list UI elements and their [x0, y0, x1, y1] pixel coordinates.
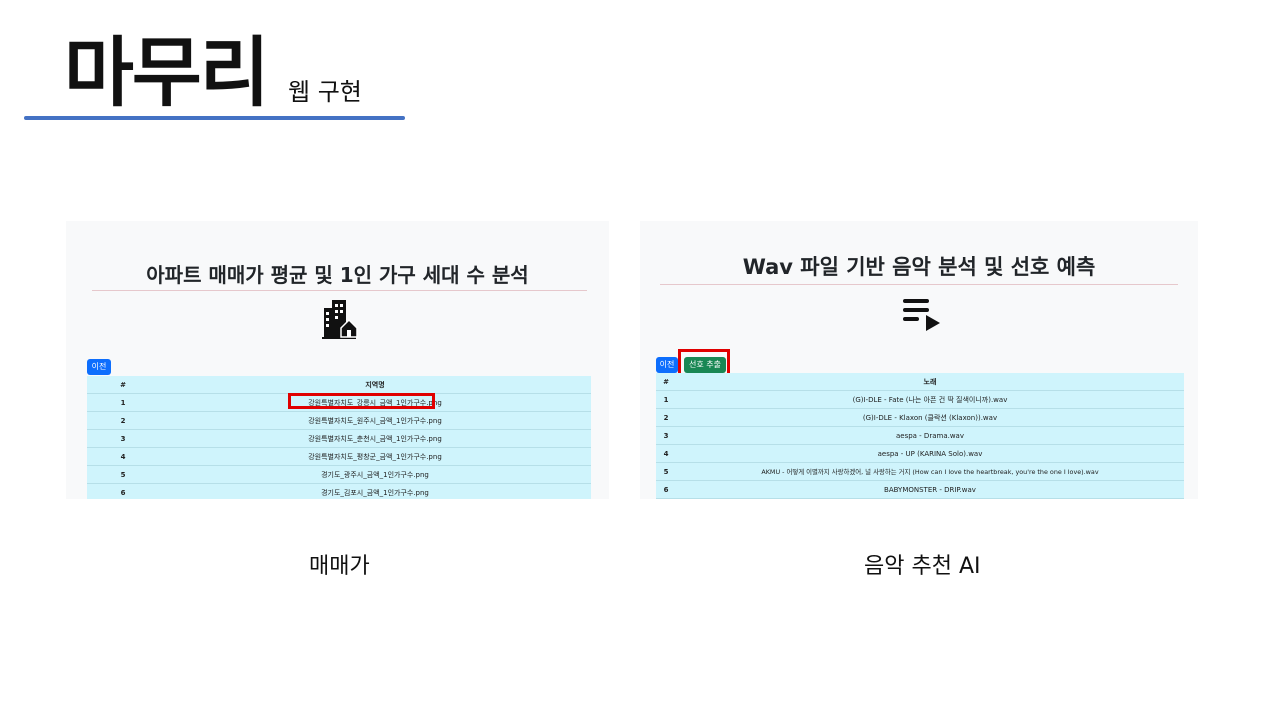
table-row[interactable]: 4 강원특별자치도_평창군_금액_1인가구수.png — [87, 447, 591, 466]
row-number: 3 — [656, 426, 676, 445]
row-number: 4 — [87, 447, 159, 466]
row-number: 5 — [656, 462, 676, 481]
song-table: # 노래 1 (G)I-DLE - Fate (나는 아픈 건 딱 질색이니까).… — [656, 373, 1184, 499]
file-name[interactable]: 경기도_광주시_금액_1인가구수.png — [318, 470, 432, 480]
column-header: 지역명 — [159, 376, 591, 394]
row-number: 2 — [656, 408, 676, 427]
file-name[interactable]: 강원특별자치도_춘천시_금액_1인가구수.png — [305, 434, 445, 444]
file-name-cell: 강원특별자치도_평창군_금액_1인가구수.png — [159, 447, 591, 466]
city-buildings-icon — [322, 300, 358, 339]
row-number: 5 — [87, 465, 159, 484]
row-number: 4 — [656, 444, 676, 463]
table-header-row: # 노래 — [656, 373, 1184, 391]
apartment-analysis-screenshot: 아파트 매매가 평균 및 1인 가구 세대 수 분석 이전 # 지역명 1 강원특… — [66, 221, 609, 499]
table-row[interactable]: 2 강원특별자치도_원주시_금액_1인가구수.png — [87, 411, 591, 430]
table-row[interactable]: 1 (G)I-DLE - Fate (나는 아픈 건 딱 질색이니까).wav — [656, 390, 1184, 409]
column-header: 노래 — [676, 373, 1184, 391]
left-caption: 매매가 — [309, 554, 370, 579]
table-row[interactable]: 3 aespa - Drama.wav — [656, 426, 1184, 445]
file-name-cell: 경기도_광주시_금액_1인가구수.png — [159, 465, 591, 484]
column-header: # — [656, 373, 676, 391]
file-name-cell: 강원특별자치도_춘천시_금액_1인가구수.png — [159, 429, 591, 448]
row-number: 1 — [656, 390, 676, 409]
song-name[interactable]: AKMU - 어떻게 이별까지 사랑하겠어, 널 사랑하는 거지 (How ca… — [676, 462, 1184, 481]
table-row[interactable]: 3 강원특별자치도_춘천시_금액_1인가구수.png — [87, 429, 591, 448]
heading-divider — [92, 290, 587, 291]
heading-divider — [660, 284, 1178, 285]
table-row[interactable]: 4 aespa - UP (KARINA Solo).wav — [656, 444, 1184, 463]
file-name[interactable]: 경기도_김포시_금액_1인가구수.png — [318, 488, 432, 498]
song-name[interactable]: aespa - UP (KARINA Solo).wav — [676, 444, 1184, 463]
table-row[interactable]: 5 AKMU - 어떻게 이별까지 사랑하겠어, 널 사랑하는 거지 (How c… — [656, 462, 1184, 481]
slide-title: 마무리 — [64, 28, 270, 117]
file-name-cell: 강원특별자치도_원주시_금액_1인가구수.png — [159, 411, 591, 430]
file-name[interactable]: 강원특별자치도_원주시_금액_1인가구수.png — [305, 416, 445, 426]
table-row[interactable]: 6 BABYMONSTER - DRIP.wav — [656, 480, 1184, 499]
song-name[interactable]: (G)I-DLE - Fate (나는 아픈 건 딱 질색이니까).wav — [676, 390, 1184, 409]
music-analysis-heading: Wav 파일 기반 음악 분석 및 선호 예측 — [742, 255, 1096, 279]
song-name[interactable]: (G)I-DLE - Klaxon (클락션 (Klaxon)).wav — [676, 408, 1184, 427]
prev-button[interactable]: 이전 — [87, 359, 111, 375]
song-name[interactable]: aespa - Drama.wav — [676, 426, 1184, 445]
table-row[interactable]: 2 (G)I-DLE - Klaxon (클락션 (Klaxon)).wav — [656, 408, 1184, 427]
file-name[interactable]: 강원특별자치도_평창군_금액_1인가구수.png — [305, 452, 445, 462]
file-name-cell: 경기도_김포시_금액_1인가구수.png — [159, 483, 591, 499]
column-header: # — [87, 376, 159, 394]
music-analysis-screenshot: Wav 파일 기반 음악 분석 및 선호 예측 이전 선호 추출 # 노래 1(… — [640, 221, 1198, 499]
song-name[interactable]: BABYMONSTER - DRIP.wav — [676, 480, 1184, 499]
right-caption: 음악 추천 AI — [864, 554, 981, 579]
prev-button[interactable]: 이전 — [656, 357, 678, 373]
row-number: 6 — [656, 480, 676, 499]
highlight-box — [288, 393, 435, 409]
apartment-analysis-heading: 아파트 매매가 평균 및 1인 가구 세대 수 분석 — [146, 263, 529, 287]
playlist-play-icon — [903, 299, 940, 331]
row-number: 6 — [87, 483, 159, 499]
table-row[interactable]: 5 경기도_광주시_금액_1인가구수.png — [87, 465, 591, 484]
title-underline — [24, 116, 405, 120]
table-header-row: # 지역명 — [87, 376, 591, 394]
row-number: 3 — [87, 429, 159, 448]
slide-subtitle: 웹 구현 — [288, 78, 362, 106]
table-row[interactable]: 6 경기도_김포시_금액_1인가구수.png — [87, 483, 591, 499]
row-number: 1 — [87, 393, 159, 412]
row-number: 2 — [87, 411, 159, 430]
